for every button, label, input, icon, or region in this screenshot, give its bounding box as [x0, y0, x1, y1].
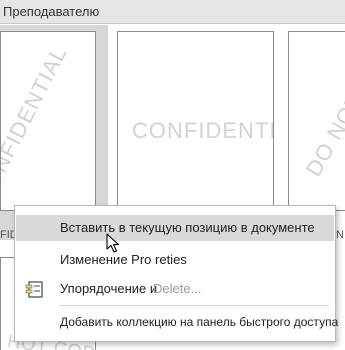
menu-item-add-to-quick-access[interactable]: Добавить коллекцию на панель быстрого до… — [16, 309, 338, 335]
thumbnail-label: N — [336, 229, 344, 241]
thumbnail-watermark: CONFIDENTIAL — [132, 118, 273, 143]
mouse-pointer-icon — [106, 233, 122, 255]
thumbnail-watermark: DO NOT — [300, 88, 345, 181]
thumbnail-watermark: CONFIDENTIAL — [0, 41, 72, 208]
gallery-thumbnail[interactable]: CONFIDENTIAL — [0, 31, 96, 211]
menu-item-label: Вставить в текущую позицию в документе — [60, 220, 315, 235]
menu-item-trailing: Delete... — [153, 281, 202, 296]
menu-item-organize-delete[interactable]: Упорядочение и Delete... — [16, 276, 334, 302]
gallery-header: Преподавателю — [0, 0, 345, 24]
menu-item-label: Добавить коллекцию на панель быстрого до… — [60, 315, 339, 329]
menu-separator — [59, 305, 329, 306]
gallery-thumbnail[interactable]: CONFIDENTIAL — [117, 31, 274, 211]
gallery-thumbnail[interactable]: DO NOT — [288, 31, 345, 211]
gallery-header-title: Преподавателю — [3, 4, 100, 19]
menu-item-label: Упорядочение и — [60, 281, 158, 296]
context-menu: Вставить в текущую позицию в документе И… — [14, 205, 338, 342]
menu-item-insert-current-position[interactable]: Вставить в текущую позицию в документе — [16, 215, 334, 241]
menu-item-edit-properties[interactable]: Изменение Pro reties — [16, 247, 334, 273]
menu-item-label: Изменение Pro reties — [60, 252, 187, 267]
organizer-icon — [22, 276, 48, 302]
